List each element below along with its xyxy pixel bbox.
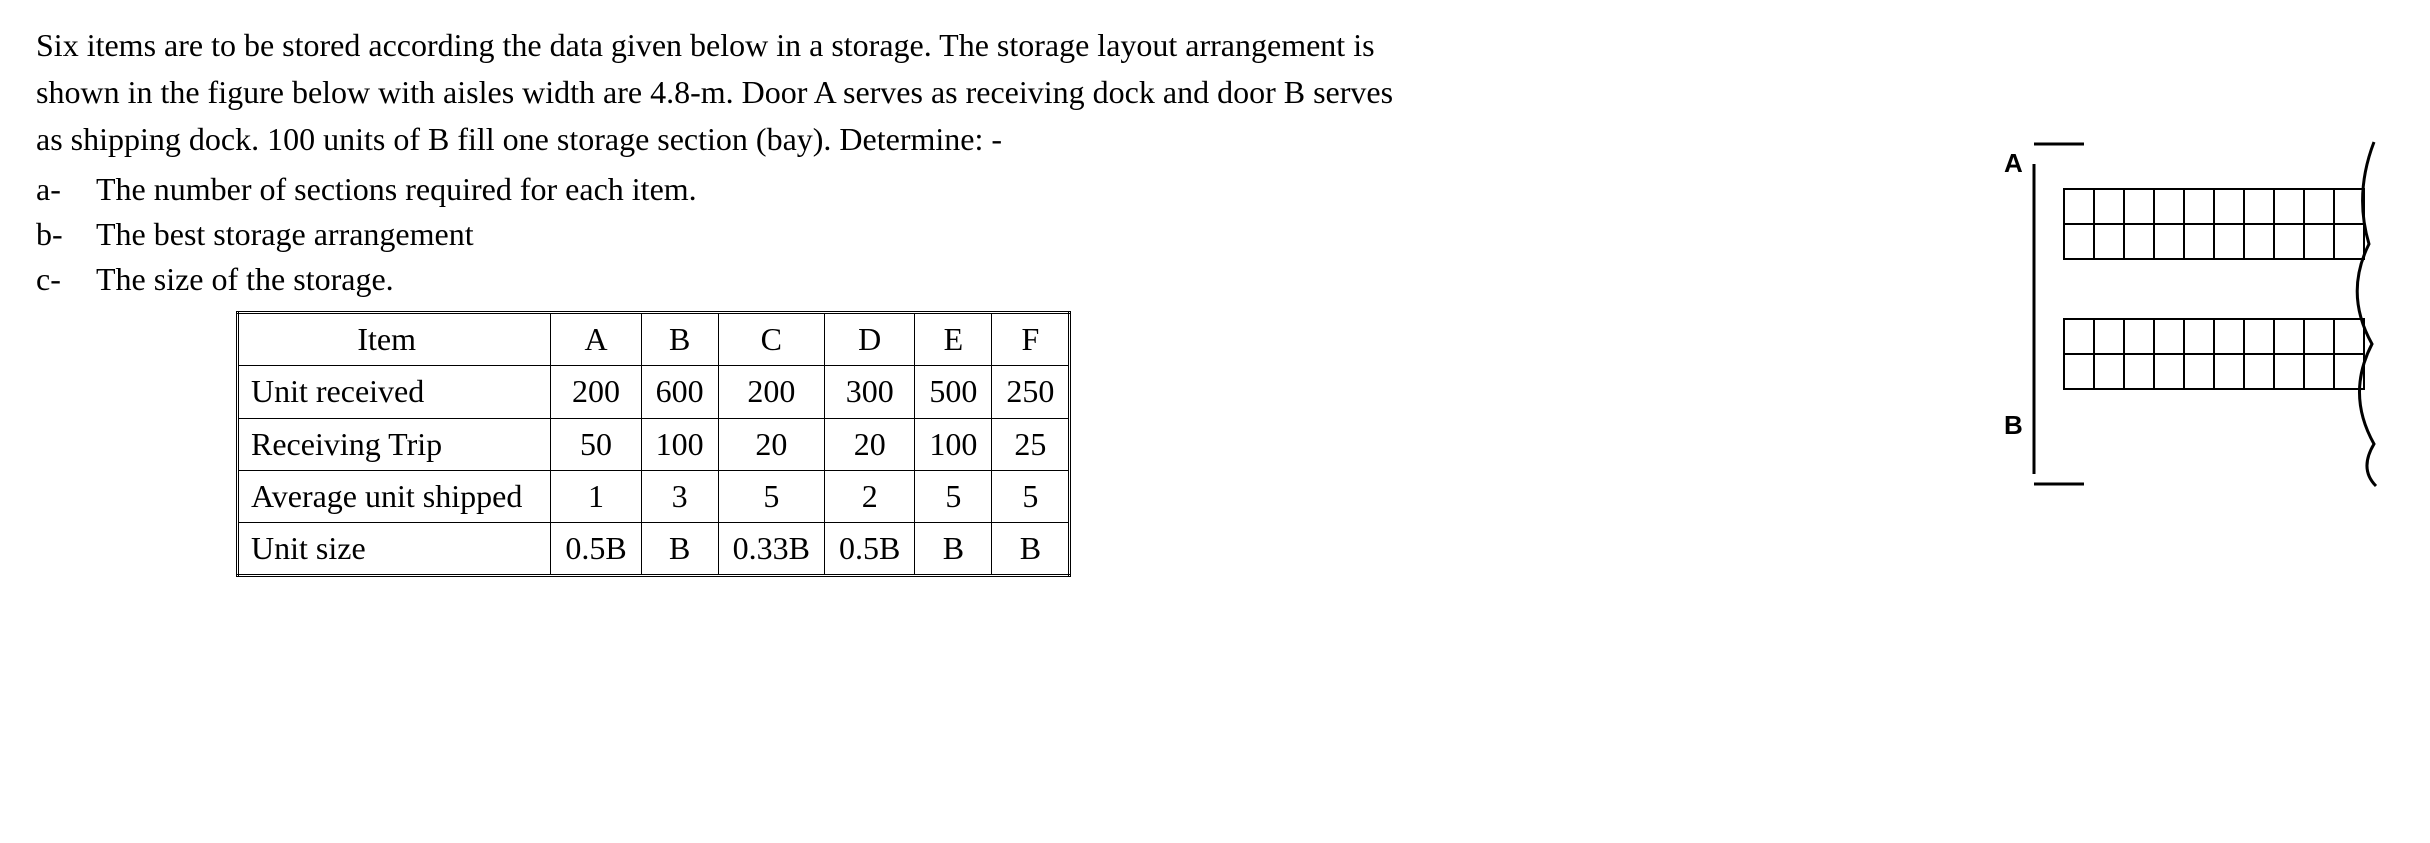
prompt-line-1: Six items are to be stored according the…	[36, 24, 1934, 67]
cell: 100	[641, 418, 718, 470]
cell: 5	[718, 470, 824, 522]
cell: 200	[718, 366, 824, 418]
question-c-label: c-	[36, 258, 78, 301]
cell: 20	[825, 418, 915, 470]
question-list: a- The number of sections required for e…	[36, 168, 1934, 302]
col-A: A	[551, 313, 641, 366]
storage-layout-figure: A B	[1974, 134, 2394, 505]
cell: B	[641, 522, 718, 575]
col-B: B	[641, 313, 718, 366]
data-table: Item A B C D E F Unit received 200 600 2…	[236, 311, 1071, 577]
cell: 250	[992, 366, 1070, 418]
cell: 0.5B	[825, 522, 915, 575]
table-row: Average unit shipped 1 3 5 2 5 5	[238, 470, 1070, 522]
question-c: c- The size of the storage.	[36, 258, 1934, 301]
cell: 600	[641, 366, 718, 418]
header-item: Item	[238, 313, 551, 366]
cell: 2	[825, 470, 915, 522]
cell: 5	[915, 470, 992, 522]
prompt-line-3: as shipping dock. 100 units of B fill on…	[36, 118, 1934, 161]
table-row: Unit size 0.5B B 0.33B 0.5B B B	[238, 522, 1070, 575]
cell: 300	[825, 366, 915, 418]
col-E: E	[915, 313, 992, 366]
row-label: Unit received	[238, 366, 551, 418]
question-b-text: The best storage arrangement	[96, 213, 474, 256]
question-a-text: The number of sections required for each…	[96, 168, 697, 211]
table-row: Receiving Trip 50 100 20 20 100 25	[238, 418, 1070, 470]
cell: 0.5B	[551, 522, 641, 575]
cell: 200	[551, 366, 641, 418]
cell: 1	[551, 470, 641, 522]
cell: 500	[915, 366, 992, 418]
question-b-label: b-	[36, 213, 78, 256]
cell: 50	[551, 418, 641, 470]
cell: 3	[641, 470, 718, 522]
col-D: D	[825, 313, 915, 366]
door-b-label: B	[2004, 410, 2023, 440]
question-c-text: The size of the storage.	[96, 258, 394, 301]
row-label: Receiving Trip	[238, 418, 551, 470]
question-a-label: a-	[36, 168, 78, 211]
col-C: C	[718, 313, 824, 366]
table-row: Item A B C D E F	[238, 313, 1070, 366]
col-F: F	[992, 313, 1070, 366]
cell: B	[992, 522, 1070, 575]
cell: B	[915, 522, 992, 575]
question-a: a- The number of sections required for e…	[36, 168, 1934, 211]
question-b: b- The best storage arrangement	[36, 213, 1934, 256]
row-label: Unit size	[238, 522, 551, 575]
cell: 20	[718, 418, 824, 470]
cell: 0.33B	[718, 522, 824, 575]
row-label: Average unit shipped	[238, 470, 551, 522]
layout-svg-icon: A B	[1974, 134, 2394, 494]
table-row: Unit received 200 600 200 300 500 250	[238, 366, 1070, 418]
cell: 5	[992, 470, 1070, 522]
cell: 100	[915, 418, 992, 470]
cell: 25	[992, 418, 1070, 470]
prompt-line-2: shown in the figure below with aisles wi…	[36, 71, 1934, 114]
door-a-label: A	[2004, 148, 2023, 178]
